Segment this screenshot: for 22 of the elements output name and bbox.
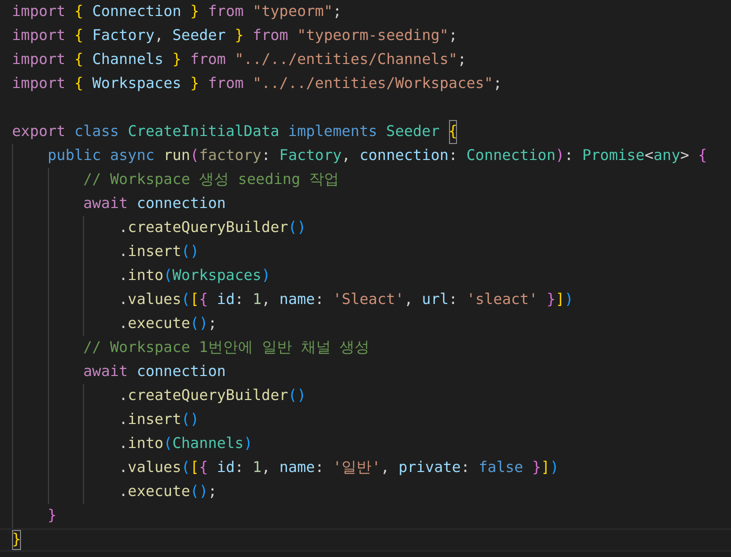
code-line: public async run(factory: Factory, connection: Connection): Promise<any> { [12, 144, 731, 168]
code-line: } [12, 504, 731, 528]
code-line: // Workspace 1번안에 일반 채널 생성 [12, 336, 731, 360]
code-line: import { Channels } from "../../entities/Channels"; [12, 50, 468, 70]
code-line: .into(Channels) [12, 432, 731, 456]
code-line: .execute(); [12, 312, 731, 336]
code-line: .createQueryBuilder() [12, 384, 731, 408]
code-line: import { Factory, Seeder } from "typeorm-seeding"; [12, 26, 458, 46]
code-line: .values([{ id: 1, name: 'Sleact', url: 'sleact' }]) [12, 288, 731, 312]
code-line: // Workspace 생성 seeding 작업 [12, 168, 731, 192]
code-line: await connection [12, 360, 731, 384]
code-line: import { Workspaces } from "../../entities/Workspaces"; [12, 72, 731, 120]
code-line: .insert() [12, 240, 731, 264]
code-line: export class CreateInitialData implements Seeder { [12, 120, 731, 144]
code-line: .createQueryBuilder() [12, 216, 731, 240]
code-line: .values([{ id: 1, name: '일반', private: false }]) [12, 456, 731, 480]
code-line: .into(Workspaces) [12, 264, 731, 288]
code-line: .execute(); [12, 480, 731, 504]
code-line: import { Connection } from "typeorm"; [12, 2, 343, 22]
code-line: .insert() [12, 408, 731, 432]
current-code-line: } [0, 528, 731, 552]
code-line: await connection [12, 192, 731, 216]
